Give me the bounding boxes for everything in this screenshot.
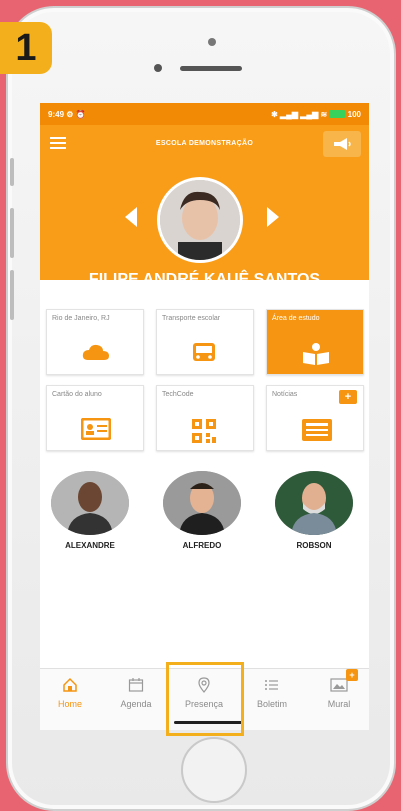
nav-home[interactable]: Home bbox=[40, 677, 100, 709]
teacher-name: ALEXANDRE bbox=[65, 541, 115, 550]
app-screen: 9:49 ⚙ ⏰ ✱ ▂▄▆ ▂▄▆ ≋ 100 ESCOLA DEMONSTR… bbox=[40, 103, 369, 730]
nav-label: Home bbox=[57, 699, 82, 709]
signal-icon: ▂▄▆ bbox=[280, 109, 299, 119]
add-news-badge[interactable]: + bbox=[339, 390, 357, 404]
presenca-highlight-box bbox=[166, 662, 244, 736]
alarm-status-icon: ⏰ bbox=[75, 109, 86, 119]
volume-up-button bbox=[10, 208, 14, 258]
qr-code-icon bbox=[192, 419, 216, 443]
teacher-name: ALFREDO bbox=[182, 541, 222, 550]
signal-icon-2: ▂▄▆ bbox=[300, 109, 319, 119]
nav-label: Mural bbox=[327, 699, 351, 709]
mural-plus-badge: + bbox=[346, 669, 358, 681]
tile-student-card[interactable]: Cartão do aluno bbox=[46, 385, 144, 451]
tile-label: Cartão do aluno bbox=[52, 391, 102, 398]
nav-mural[interactable]: + Mural bbox=[309, 669, 369, 709]
tile-label: Notícias bbox=[272, 391, 298, 398]
battery-percentage: 100 bbox=[347, 109, 361, 119]
list-icon bbox=[265, 680, 278, 690]
earpiece-speaker bbox=[180, 66, 242, 71]
nav-label: Boletim bbox=[256, 699, 287, 709]
teacher-card[interactable]: ALEXANDRE bbox=[40, 471, 140, 550]
step-number-badge: 1 bbox=[0, 22, 52, 74]
school-title: ESCOLA DEMONSTRAÇÃO bbox=[155, 140, 254, 147]
cloud-icon bbox=[82, 344, 109, 360]
tile-label: TechCode bbox=[162, 391, 194, 398]
calendar-icon bbox=[128, 678, 144, 692]
news-icon bbox=[302, 419, 332, 441]
tile-label: Área de estudo bbox=[272, 315, 320, 322]
tile-study-area[interactable]: Área de estudo bbox=[266, 309, 364, 375]
student-avatar bbox=[157, 177, 243, 263]
status-bar: 9:49 ⚙ ⏰ ✱ ▂▄▆ ▂▄▆ ≋ 100 bbox=[40, 103, 369, 125]
student-class: 1º ANO ENSINO FUNDAMENTAL / 101 bbox=[134, 291, 275, 300]
avatar bbox=[51, 471, 129, 535]
avatar bbox=[163, 471, 241, 535]
tile-label: Transporte escolar bbox=[162, 315, 221, 322]
id-card-icon bbox=[81, 418, 111, 440]
next-student-arrow-icon[interactable] bbox=[267, 207, 279, 227]
announcements-button[interactable] bbox=[323, 131, 361, 157]
mute-switch bbox=[10, 158, 14, 186]
megaphone-icon bbox=[334, 138, 351, 150]
bluetooth-icon: ✱ bbox=[271, 109, 278, 119]
wifi-icon: ≋ bbox=[320, 109, 328, 119]
book-icon bbox=[303, 343, 329, 365]
home-button[interactable] bbox=[181, 737, 247, 803]
battery-icon bbox=[329, 110, 346, 119]
home-icon bbox=[63, 677, 77, 692]
nav-label: Agenda bbox=[120, 699, 152, 709]
teacher-card[interactable]: ALFREDO bbox=[152, 471, 252, 550]
nav-agenda[interactable]: Agenda bbox=[106, 677, 166, 709]
tile-label: Rio de Janeiro, RJ bbox=[52, 315, 110, 322]
settings-status-icon: ⚙ bbox=[66, 109, 74, 119]
tile-weather[interactable]: Rio de Janeiro, RJ bbox=[46, 309, 144, 375]
bus-icon bbox=[193, 343, 215, 361]
teacher-card[interactable]: ROBSON bbox=[264, 471, 364, 550]
status-time: 9:49 bbox=[48, 109, 65, 119]
volume-down-button bbox=[10, 270, 14, 320]
teacher-name: ROBSON bbox=[296, 541, 332, 550]
proximity-sensor bbox=[154, 64, 162, 72]
tile-techcode[interactable]: TechCode bbox=[156, 385, 254, 451]
previous-student-arrow-icon[interactable] bbox=[125, 207, 137, 227]
nav-boletim[interactable]: Boletim bbox=[242, 677, 302, 709]
front-camera bbox=[208, 38, 216, 46]
tile-school-transport[interactable]: Transporte escolar bbox=[156, 309, 254, 375]
tile-news[interactable]: Notícias + bbox=[266, 385, 364, 451]
student-name: FILIPE ANDRÉ KAUÊ SANTOS bbox=[88, 271, 321, 288]
avatar bbox=[275, 471, 353, 535]
profile-header: ESCOLA DEMONSTRAÇÃO FILIPE ANDRÉ KAUÊ SA… bbox=[40, 125, 369, 300]
